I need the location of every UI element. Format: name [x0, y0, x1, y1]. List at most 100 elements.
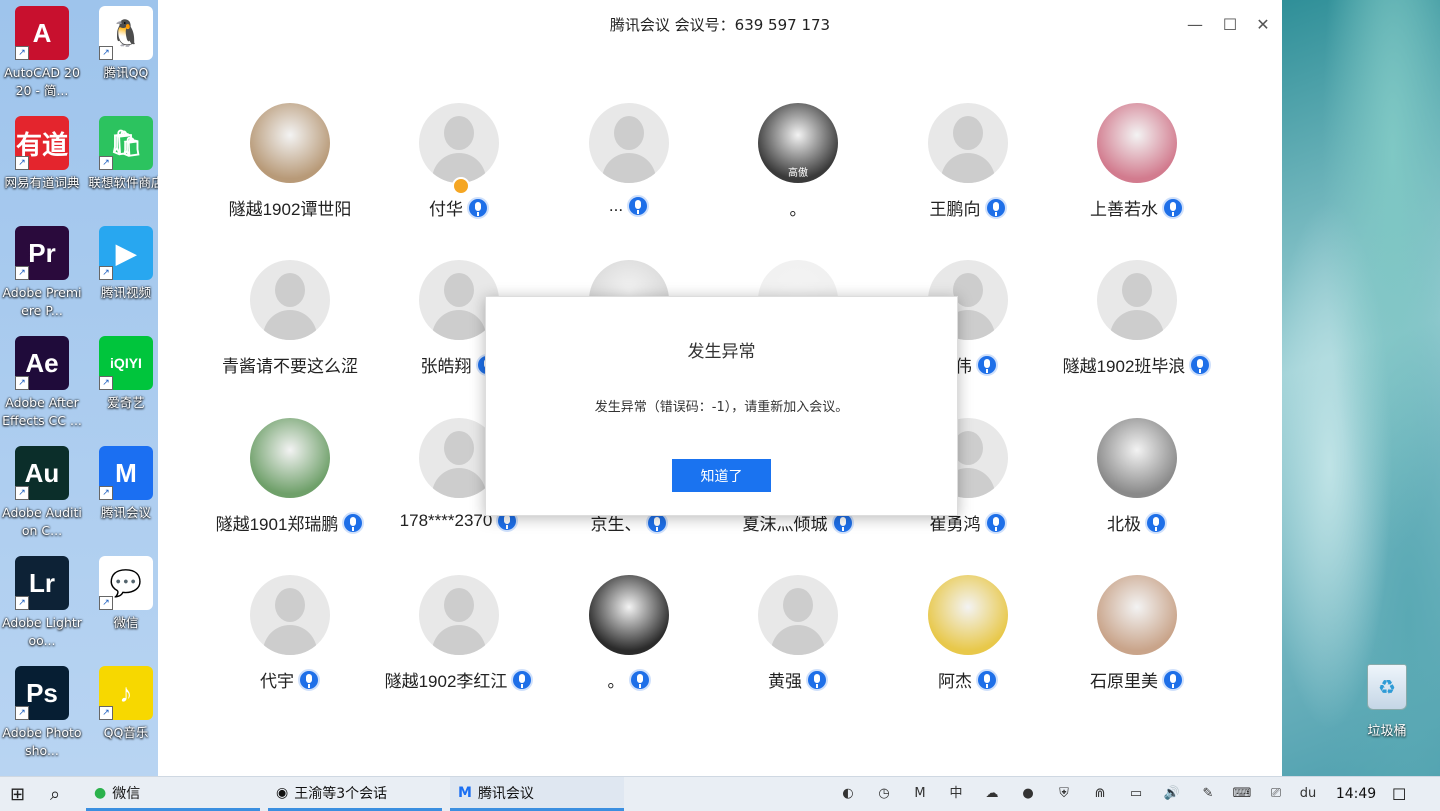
- default-avatar-icon: [1097, 260, 1177, 340]
- desktop-shortcut[interactable]: Au ↗ Adobe Audition C...: [1, 442, 83, 546]
- participant-name: 代宇: [260, 672, 294, 691]
- participant-tile[interactable]: 隧越1902班毕浪: [1052, 260, 1222, 390]
- tray-icon[interactable]: ◷: [874, 784, 894, 804]
- desktop-shortcut[interactable]: iQIYI ↗ 爱奇艺: [85, 332, 167, 436]
- desktop-shortcut-label: AutoCAD 2020 - 简...: [4, 65, 80, 98]
- desktop-shortcut[interactable]: ♪ ↗ QQ音乐: [85, 662, 167, 766]
- desktop-shortcut[interactable]: 有道 ↗ 网易有道词典: [1, 112, 83, 216]
- taskbar: ⊞ ⌕ ● 微信 ◉ 王渝等3个会话 M 腾讯会议 ◐ ◷ M 中 ☁ ● ⛨ ⋒ ▭ 🔊 ✎ ⌨ ⎚ d…: [0, 776, 1440, 811]
- dialog-ok-button[interactable]: 知道了: [672, 459, 771, 492]
- desktop-shortcut[interactable]: Lr ↗ Adobe Lightroo...: [1, 552, 83, 656]
- tray-icon[interactable]: ●: [1018, 784, 1038, 804]
- participant-name: 隧越1902谭世阳: [228, 200, 352, 219]
- tray-icon[interactable]: ☁: [982, 784, 1002, 804]
- desktop-shortcut-label: Adobe Premiere P...: [2, 285, 82, 318]
- default-avatar-icon: [250, 575, 330, 655]
- participant-tile[interactable]: 。: [544, 575, 714, 705]
- participant-tile[interactable]: 隧越1902谭世阳: [205, 103, 375, 233]
- close-button[interactable]: ✕: [1252, 14, 1274, 36]
- tray-icon[interactable]: ▭: [1126, 784, 1146, 804]
- taskbar-app-tencent-meeting[interactable]: M 腾讯会议: [450, 777, 624, 811]
- tray-icon[interactable]: ✎: [1198, 784, 1218, 804]
- dialog-title: 发生异常: [687, 342, 756, 362]
- microphone-icon: [467, 196, 489, 219]
- participant-tile[interactable]: 高傲。: [713, 103, 883, 233]
- taskbar-app-wechat[interactable]: ● 微信: [86, 777, 260, 811]
- recycle-bin[interactable]: ♻ 垃圾桶: [1355, 664, 1419, 739]
- desktop-shortcut[interactable]: M ↗ 腾讯会议: [85, 442, 167, 546]
- qq-icon: ◉: [276, 784, 289, 801]
- tray-icon[interactable]: ⋒: [1090, 784, 1110, 804]
- participant-tile[interactable]: 隧越1901郑瑞鹏: [205, 418, 375, 548]
- windows-start-icon[interactable]: ⊞: [10, 777, 32, 811]
- desktop-shortcut[interactable]: Ps ↗ Adobe Photosho...: [1, 662, 83, 766]
- participant-tile[interactable]: 王鹏向: [883, 103, 1053, 233]
- maximize-button[interactable]: ☐: [1219, 14, 1241, 36]
- participant-tile[interactable]: 北极: [1052, 418, 1222, 548]
- shortcut-arrow-icon: ↗: [15, 156, 29, 170]
- default-avatar-icon: [589, 103, 669, 183]
- participant-name-row: 代宇: [205, 667, 375, 692]
- participant-tile[interactable]: 黄强: [713, 575, 883, 705]
- participant-name: 阿杰: [938, 672, 972, 691]
- desktop-shortcut[interactable]: 🐧 ↗ 腾讯QQ: [85, 2, 167, 106]
- participant-name: ...: [608, 196, 624, 215]
- participant-tile[interactable]: 阿杰: [883, 575, 1053, 705]
- desktop-shortcut-label: 腾讯QQ: [103, 65, 149, 80]
- avatar-photo: [1097, 418, 1177, 498]
- participant-tile[interactable]: 代宇: [205, 575, 375, 705]
- participant-name: 黄强: [768, 672, 802, 691]
- participant-tile[interactable]: ...: [544, 103, 714, 233]
- desktop-shortcut[interactable]: Ae ↗ Adobe After Effects CC ...: [1, 332, 83, 436]
- participant-tile[interactable]: 隧越1902李红江: [374, 575, 544, 705]
- microphone-icon: [342, 511, 365, 534]
- tray-icon[interactable]: du: [1298, 784, 1318, 804]
- microphone-icon: [1145, 511, 1167, 534]
- tray-icon[interactable]: 🔊: [1162, 784, 1182, 804]
- tray-icon[interactable]: ⌨: [1232, 784, 1252, 804]
- window-title: 腾讯会议 会议号：639 597 173: [609, 16, 831, 34]
- participant-name-row: 。: [713, 195, 883, 220]
- participant-name: 上善若水: [1090, 200, 1158, 219]
- participant-tile[interactable]: 石原里美: [1052, 575, 1222, 705]
- minimize-button[interactable]: —: [1184, 14, 1206, 36]
- tray-icon[interactable]: ⛨: [1054, 784, 1074, 804]
- participant-name: 王鹏向: [929, 200, 981, 219]
- search-icon[interactable]: ⌕: [50, 777, 72, 811]
- tray-icon[interactable]: ◐: [838, 784, 858, 804]
- participant-name: 隧越1902李红江: [384, 672, 508, 691]
- desktop-shortcut-label: Adobe Photosho...: [2, 725, 82, 758]
- avatar-photo: [928, 575, 1008, 655]
- clock[interactable]: 14:49: [1336, 777, 1376, 811]
- taskbar-app-qq[interactable]: ◉ 王渝等3个会话: [268, 777, 442, 811]
- participant-tile[interactable]: 青酱请不要这么涩: [205, 260, 375, 390]
- desktop-shortcut-label: 网易有道词典: [4, 175, 80, 190]
- shortcut-arrow-icon: ↗: [99, 46, 113, 60]
- shortcut-arrow-icon: ↗: [99, 156, 113, 170]
- shortcut-arrow-icon: ↗: [99, 486, 113, 500]
- participant-tile[interactable]: 付华: [374, 103, 544, 233]
- shortcut-arrow-icon: ↗: [15, 46, 29, 60]
- microphone-icon: [1162, 668, 1184, 691]
- tray-icon[interactable]: 中: [946, 784, 966, 804]
- shortcut-arrow-icon: ↗: [15, 706, 29, 720]
- desktop-shortcut[interactable]: Pr ↗ Adobe Premiere P...: [1, 222, 83, 326]
- tray-icon[interactable]: ⎚: [1266, 784, 1286, 804]
- host-badge-icon: [452, 177, 470, 195]
- participant-tile[interactable]: 上善若水: [1052, 103, 1222, 233]
- default-avatar-icon: [250, 260, 330, 340]
- avatar-photo: [1097, 103, 1177, 183]
- desktop-shortcut[interactable]: 💬 ↗ 微信: [85, 552, 167, 656]
- tray-icon[interactable]: M: [910, 784, 930, 804]
- participant-name: 隧越1901郑瑞鹏: [215, 515, 339, 534]
- desktop-shortcut[interactable]: 🛍 ↗ 联想软件商店: [85, 112, 167, 216]
- desktop-shortcut[interactable]: ▶ ↗ 腾讯视频: [85, 222, 167, 326]
- participant-name: 张皓翔: [420, 357, 472, 376]
- notification-icon[interactable]: ☐: [1392, 777, 1414, 811]
- default-avatar-icon: [928, 103, 1008, 183]
- desktop-left: A ↗ AutoCAD 2020 - 简... 🐧 ↗ 腾讯QQ 有道 ↗ 网易有道词典 🛍 ↗ 联想…: [0, 0, 164, 776]
- participant-name-row: 上善若水: [1052, 195, 1222, 220]
- participant-name-row: 青酱请不要这么涩: [205, 352, 375, 377]
- tencent-meeting-window: 腾讯会议 会议号：639 597 173 — ☐ ✕ 隧越1902谭世阳 付华..…: [158, 0, 1282, 776]
- desktop-shortcut[interactable]: A ↗ AutoCAD 2020 - 简...: [1, 2, 83, 106]
